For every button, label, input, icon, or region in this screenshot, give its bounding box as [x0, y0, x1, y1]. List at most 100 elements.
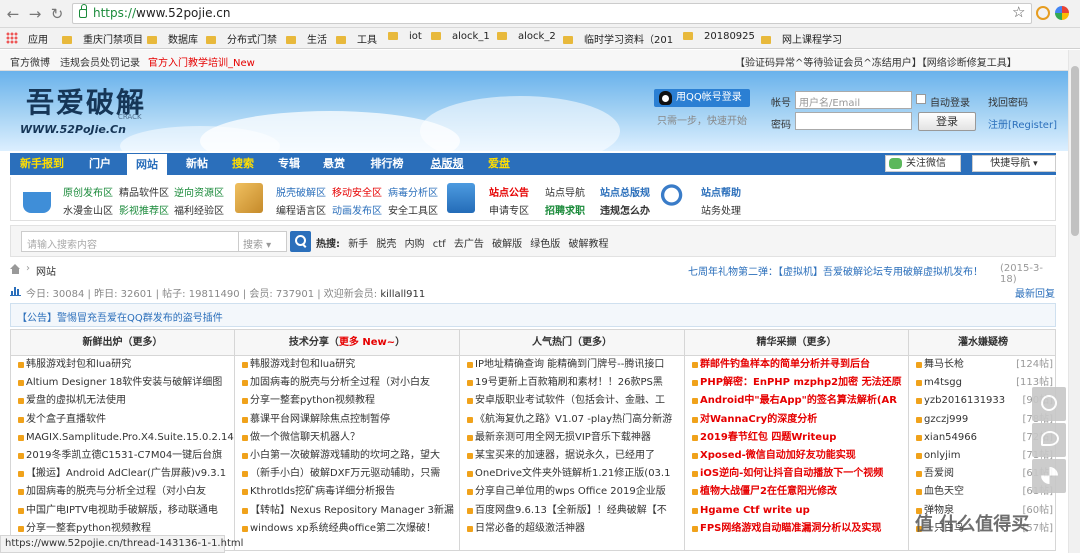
password-input[interactable]: [795, 112, 912, 130]
bookmark-folder[interactable]: 分布式门禁: [206, 31, 277, 46]
list-item[interactable]: 加固病毒的脱壳与分析全过程（对小白友: [11, 483, 234, 501]
home-icon[interactable]: [10, 264, 21, 274]
nav-portal[interactable]: 门户: [80, 153, 120, 175]
float-qrcode-icon[interactable]: [1032, 459, 1066, 493]
forum-link[interactable]: 原创发布区: [63, 184, 113, 199]
address-bar[interactable]: https://www.52pojie.cn: [72, 3, 1032, 24]
quick-nav-button[interactable]: 快捷导航: [972, 155, 1056, 172]
column-header[interactable]: 技术分享（更多 New~）: [235, 330, 459, 356]
forum-link[interactable]: 招聘求职: [545, 202, 585, 217]
qq-login-button[interactable]: 用QQ帐号登录: [654, 89, 750, 107]
list-item[interactable]: PHP解密：EnPHP mzphp2加密 无法还原: [685, 374, 908, 392]
rank-item[interactable]: 舞马长枪 [124帖]: [909, 356, 1055, 374]
list-item[interactable]: MAGIX.Samplitude.Pro.X4.Suite.15.0.2.141: [11, 429, 234, 447]
forum-link[interactable]: 站点导航: [545, 184, 585, 199]
forward-icon[interactable]: →: [26, 5, 44, 23]
list-item[interactable]: 日常必备的超级激活神器: [460, 520, 684, 538]
auto-login-checkbox[interactable]: [916, 94, 926, 104]
login-button[interactable]: 登录: [918, 112, 976, 131]
forum-link[interactable]: 违规怎么办: [600, 202, 650, 217]
list-item[interactable]: 2019冬季凯立德C1531-C7M04一键后台旗: [11, 447, 234, 465]
nav-ranking[interactable]: 排行榜: [360, 153, 414, 175]
list-item[interactable]: 爱盘的虚拟机无法使用: [11, 392, 234, 410]
search-type-select[interactable]: 搜索 ▾: [239, 231, 287, 252]
forum-link[interactable]: 编程语言区: [276, 202, 326, 217]
bookmark-apps[interactable]: 应用: [28, 31, 48, 46]
nav-album[interactable]: 专辑: [268, 153, 310, 175]
nav-newbie[interactable]: 新手报到: [14, 153, 70, 175]
nav-aipan[interactable]: 爱盘: [478, 153, 520, 175]
hot-keyword[interactable]: 新手: [348, 239, 368, 250]
search-icon[interactable]: [290, 231, 311, 252]
bookmark-folder[interactable]: 重庆门禁项目: [62, 31, 143, 46]
forum-link[interactable]: 站务处理: [701, 202, 741, 217]
search-input[interactable]: 请输入搜索内容: [21, 231, 239, 252]
forum-link[interactable]: 逆向资源区: [174, 184, 224, 199]
forum-link[interactable]: 申请专区: [489, 202, 529, 217]
latest-reply-link[interactable]: 最新回复: [1015, 285, 1055, 300]
hot-keyword[interactable]: ctf: [433, 239, 446, 250]
list-item[interactable]: 韩服游戏封包和lua研究: [11, 356, 234, 374]
hot-keyword[interactable]: 脱壳: [376, 239, 396, 250]
announcement-link[interactable]: 七周年礼物第二弹：【虚拟机】吾爱破解论坛专用破解虚拟机发布！: [688, 263, 983, 278]
hot-keyword[interactable]: 去广告: [454, 239, 484, 250]
bookmark-folder[interactable]: 20180925: [683, 31, 755, 42]
list-item[interactable]: 百度网盘9.6.13【全新版】！经典破解【不: [460, 502, 684, 520]
list-item[interactable]: FPS网络游戏自动瞄准漏洞分析以及实现: [685, 520, 908, 538]
topbar-link-penalty[interactable]: 违规会员处罚记录: [60, 54, 140, 69]
list-item[interactable]: 某宝买来的加速器，据说永久，已经用了: [460, 447, 684, 465]
hot-keyword[interactable]: 内购: [405, 239, 425, 250]
forum-link[interactable]: 病毒分析区: [388, 184, 438, 199]
list-item[interactable]: 小白第一次破解游戏辅助的坎坷之路，望大: [235, 447, 459, 465]
list-item[interactable]: 分享一整套python视频教程: [235, 392, 459, 410]
forum-link[interactable]: 脱壳破解区: [276, 184, 326, 199]
breadcrumb-site[interactable]: 网站: [36, 263, 56, 278]
list-item[interactable]: 最新亲测可用全网无损VIP音乐下载神器: [460, 429, 684, 447]
apps-grid-icon[interactable]: [6, 32, 18, 44]
forum-link[interactable]: 动画发布区: [332, 202, 382, 217]
list-item[interactable]: Altium Designer 18软件安装与破解详细图: [11, 374, 234, 392]
nav-newposts[interactable]: 新帖: [176, 153, 218, 175]
list-item[interactable]: 中国广电IPTV电视助手破解版，移动联通电: [11, 502, 234, 520]
nav-rules[interactable]: 总版规: [422, 153, 472, 175]
bookmark-star-icon[interactable]: ☆: [1012, 3, 1025, 21]
topbar-link-weibo[interactable]: 官方微博: [10, 54, 50, 69]
forum-link[interactable]: 站点帮助: [701, 184, 741, 199]
list-item[interactable]: 对WannaCry的深度分析: [685, 411, 908, 429]
list-item[interactable]: Xposed-微信自动加好友功能实现: [685, 447, 908, 465]
forum-link[interactable]: 福利经验区: [174, 202, 224, 217]
list-item[interactable]: 群邮件钓鱼样本的简单分析并寻到后台: [685, 356, 908, 374]
float-search-icon[interactable]: [1032, 387, 1066, 421]
list-item[interactable]: 19号更新上百款箱刷和素材！！26款PS黑: [460, 374, 684, 392]
float-wechat-icon[interactable]: [1032, 423, 1066, 457]
nav-bounty[interactable]: 悬赏: [314, 153, 354, 175]
list-item[interactable]: 做一个微信聊天机器人？: [235, 429, 459, 447]
column-header[interactable]: 新鲜出炉（更多）: [11, 330, 234, 356]
list-item[interactable]: 加固病毒的脱壳与分析全过程（对小白友: [235, 374, 459, 392]
bookmark-folder[interactable]: alock_1: [431, 31, 490, 42]
retrieve-password-link[interactable]: 找回密码: [988, 94, 1028, 109]
wechat-follow-button[interactable]: 关注微信: [885, 155, 961, 172]
bookmark-folder[interactable]: 临时学习资料（201: [563, 31, 673, 46]
forum-link[interactable]: 站点公告: [489, 184, 529, 199]
bookmark-folder[interactable]: iot: [388, 31, 422, 42]
column-header[interactable]: 人气热门（更多）: [460, 330, 684, 356]
list-item[interactable]: Kthrotlds挖矿病毒详细分析报告: [235, 483, 459, 501]
register-link[interactable]: 注册[Register]: [988, 116, 1057, 131]
topbar-link-training[interactable]: 官方入门教学培训_New: [148, 54, 255, 69]
scrollbar-thumb[interactable]: [1071, 66, 1079, 236]
hot-keyword[interactable]: 破解版: [492, 239, 522, 250]
list-item[interactable]: 植物大战僵尸2在任意阳光修改: [685, 483, 908, 501]
nav-site[interactable]: 网站: [126, 153, 168, 175]
new-member-link[interactable]: killall911: [380, 289, 425, 300]
list-item[interactable]: Android中"最右App"的签名算法解析(AR: [685, 392, 908, 410]
list-item[interactable]: 【转帖】Nexus Repository Manager 3新漏: [235, 502, 459, 520]
list-item[interactable]: 2019春节红包 四题Writeup: [685, 429, 908, 447]
list-item[interactable]: 慕课平台网课解除焦点控制暂停: [235, 411, 459, 429]
bookmark-folder[interactable]: alock_2: [497, 31, 556, 42]
list-item[interactable]: 《航海复仇之路》V1.07 -play热门高分新游: [460, 411, 684, 429]
forum-link[interactable]: 水漫金山区: [63, 202, 113, 217]
bookmark-folder[interactable]: 数据库: [147, 31, 198, 46]
hot-keyword[interactable]: 绿色版: [530, 239, 560, 250]
bookmark-folder[interactable]: 工具: [336, 31, 377, 46]
